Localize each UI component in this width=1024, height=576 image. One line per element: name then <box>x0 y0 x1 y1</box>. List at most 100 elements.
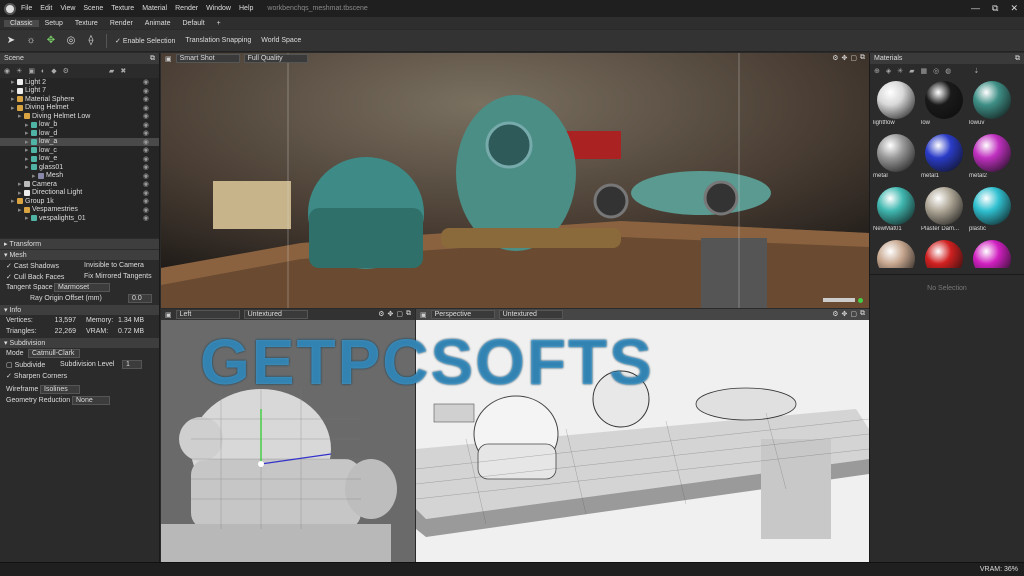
left-camera-dropdown[interactable]: Left <box>175 310 240 319</box>
move-gizmo-icon[interactable]: ✥ <box>44 34 58 48</box>
translation-snapping-toggle[interactable]: Translation Snapping <box>185 37 251 44</box>
visibility-eye-icon[interactable]: ◉ <box>143 180 159 188</box>
menu-edit[interactable]: Edit <box>40 5 52 12</box>
visibility-eye-icon[interactable]: ◉ <box>143 112 159 120</box>
maximize-button[interactable]: ⧉ <box>992 3 998 14</box>
material-swatch[interactable]: metal1 <box>921 134 967 184</box>
viewport-frame-icon[interactable]: ▢ <box>850 310 857 318</box>
info-section[interactable]: ▾ Info <box>0 305 159 315</box>
scene-tree-item[interactable]: ▸ low_d ◉ <box>0 129 159 138</box>
material-swatch[interactable]: plastic <box>969 187 1015 237</box>
mesh-section[interactable]: ▾ Mesh <box>0 250 159 260</box>
scene-tree-item[interactable]: ▸ Light 7 ◉ <box>0 87 159 96</box>
minimize-button[interactable]: — <box>971 3 980 14</box>
viewport-settings-icon[interactable]: ⚙ <box>378 310 384 318</box>
enable-selection-toggle[interactable]: ✓ Enable Selection <box>115 37 175 45</box>
scene-tree-item[interactable]: ▸ Diving Helmet ◉ <box>0 104 159 113</box>
viewport-move-icon[interactable]: ✥ <box>388 310 394 318</box>
add-light-icon[interactable]: ☀ <box>16 67 22 75</box>
delete-material-icon[interactable]: ▦ <box>921 67 928 75</box>
subdivision-section[interactable]: ▾ Subdivision <box>0 338 159 348</box>
rotate-gizmo-icon[interactable]: ◎ <box>64 34 78 48</box>
scene-tree-item[interactable]: ▸ Vespamestries ◉ <box>0 206 159 215</box>
cast-shadows-checkbox[interactable]: ✓ Cast Shadows <box>6 262 84 270</box>
visibility-eye-icon[interactable]: ◉ <box>143 197 159 205</box>
tab-render[interactable]: Render <box>104 20 139 27</box>
visibility-eye-icon[interactable]: ◉ <box>143 95 159 103</box>
select-material-icon[interactable]: ◎ <box>933 67 939 75</box>
visibility-eye-icon[interactable]: ◉ <box>143 87 159 95</box>
visibility-eye-icon[interactable]: ◉ <box>143 163 159 171</box>
ray-origin-input[interactable]: 0.0 <box>128 294 152 303</box>
geometry-reduction-dropdown[interactable]: None <box>72 396 110 405</box>
left-shading-dropdown[interactable]: Untextured <box>243 310 308 319</box>
scene-tree-item[interactable]: ▸ Group 1k ◉ <box>0 197 159 206</box>
scene-tree-item[interactable]: ▸ low_a ◉ <box>0 137 159 146</box>
viewport-move-icon[interactable]: ✥ <box>842 54 848 62</box>
menu-scene[interactable]: Scene <box>83 5 103 12</box>
visibility-eye-icon[interactable]: ◉ <box>143 121 159 129</box>
scene-tree-item[interactable]: ▸ Light 2 ◉ <box>0 78 159 87</box>
main-camera-dropdown[interactable]: Smart Shot <box>175 54 240 63</box>
world-space-toggle[interactable]: World Space <box>261 37 301 44</box>
viewport-popout-icon[interactable]: ⧉ <box>860 54 865 62</box>
scene-tree-item[interactable]: ▸ Material Sphere ◉ <box>0 95 159 104</box>
add-material-icon[interactable]: ⊕ <box>874 67 880 75</box>
fix-mirrored-tangents-checkbox[interactable]: Fix Mirrored Tangents <box>84 273 152 280</box>
tab-setup[interactable]: Setup <box>39 20 69 27</box>
menu-texture[interactable]: Texture <box>111 5 134 12</box>
sort-icon[interactable]: ⇣ <box>973 67 979 75</box>
material-swatch[interactable] <box>969 240 1015 268</box>
scene-tree-item[interactable]: ▸ Camera ◉ <box>0 180 159 189</box>
material-swatch[interactable]: lowuv <box>969 81 1015 131</box>
visibility-eye-icon[interactable]: ◉ <box>143 214 159 222</box>
scene-tree-item[interactable]: ▸ low_b ◉ <box>0 121 159 130</box>
material-swatch[interactable]: Plaster Dam... <box>921 187 967 237</box>
invisible-to-camera-checkbox[interactable]: Invisible to Camera <box>84 262 144 269</box>
add-tab-button[interactable]: + <box>211 20 227 27</box>
material-swatch[interactable]: metal2 <box>969 134 1015 184</box>
subdivide-checkbox[interactable]: ▢ Subdivide <box>6 361 60 369</box>
undock-icon[interactable]: ⧉ <box>1015 55 1020 63</box>
tab-texture[interactable]: Texture <box>69 20 104 27</box>
visibility-eye-icon[interactable]: ◉ <box>143 155 159 163</box>
folder-icon[interactable]: ▰ <box>909 67 914 75</box>
menu-window[interactable]: Window <box>206 5 231 12</box>
viewport-popout-icon[interactable]: ⧉ <box>406 310 411 318</box>
visibility-eye-icon[interactable]: ◉ <box>143 206 159 214</box>
scene-tree-item[interactable]: ▸ low_e ◉ <box>0 155 159 164</box>
menu-render[interactable]: Render <box>175 5 198 12</box>
delete-icon[interactable]: ✖ <box>120 67 126 75</box>
visibility-eye-icon[interactable]: ◉ <box>143 78 159 86</box>
add-shadow-catcher-icon[interactable]: ◆ <box>51 67 56 75</box>
tangent-space-dropdown[interactable]: Marmoset <box>54 283 110 292</box>
viewport-frame-icon[interactable]: ▢ <box>396 310 403 318</box>
material-swatch[interactable]: NewMat01 <box>873 187 919 237</box>
scene-tree-item[interactable]: ▸ Mesh ◉ <box>0 172 159 181</box>
menu-file[interactable]: File <box>21 5 32 12</box>
scene-tree-item[interactable]: ▸ low_c ◉ <box>0 146 159 155</box>
material-swatch[interactable]: metal <box>873 134 919 184</box>
viewport-settings-icon[interactable]: ⚙ <box>832 310 838 318</box>
select-arrow-icon[interactable]: ➤ <box>4 34 18 48</box>
scene-tree-item[interactable]: ▸ Directional Light ◉ <box>0 189 159 198</box>
undock-icon[interactable]: ⧉ <box>150 55 155 63</box>
scene-tree-item[interactable]: ▸ glass01 ◉ <box>0 163 159 172</box>
mode-dropdown[interactable]: Catmull-Clark <box>28 349 80 358</box>
tab-classic[interactable]: Classic <box>4 19 39 27</box>
perspective-camera-dropdown[interactable]: Perspective <box>430 310 495 319</box>
visibility-eye-icon[interactable]: ◉ <box>143 146 159 154</box>
add-folder-icon[interactable]: ▰ <box>109 67 114 75</box>
pick-material-icon[interactable]: ◍ <box>945 67 951 75</box>
main-quality-dropdown[interactable]: Full Quality <box>243 54 308 63</box>
duplicate-material-icon[interactable]: ◈ <box>886 67 891 75</box>
tab-animate[interactable]: Animate <box>139 20 177 27</box>
wireframe-dropdown[interactable]: Isolines <box>40 385 80 394</box>
tab-default[interactable]: Default <box>176 20 210 27</box>
visibility-eye-icon[interactable]: ◉ <box>143 172 159 180</box>
close-button[interactable]: ✕ <box>1010 3 1018 14</box>
light-tool-icon[interactable]: ☼ <box>24 34 38 48</box>
menu-help[interactable]: Help <box>239 5 253 12</box>
visibility-eye-icon[interactable]: ◉ <box>143 189 159 197</box>
viewport-frame-icon[interactable]: ▢ <box>850 54 857 62</box>
